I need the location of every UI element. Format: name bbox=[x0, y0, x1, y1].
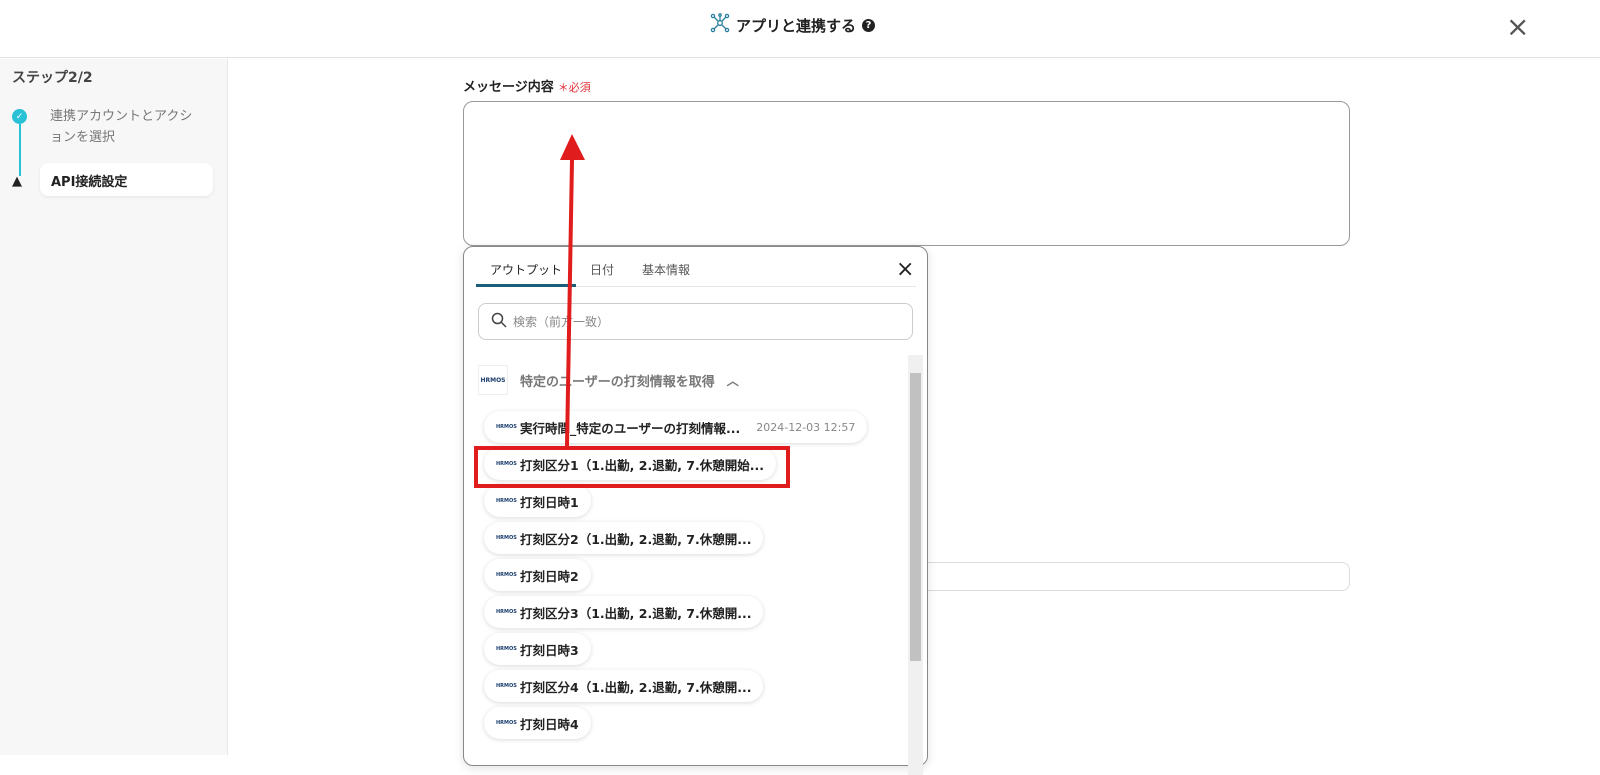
output-item[interactable]: HRMOS 打刻日時2 bbox=[484, 559, 591, 591]
output-picker-popup: アウトプット 日付 基本情報 × 検索（前方一致） HRMOS 特定のユーザーの… bbox=[463, 246, 928, 775]
output-item[interactable]: HRMOS 実行時間_特定のユーザーの打刻情報... 2024-12-03 12:5… bbox=[484, 411, 868, 443]
output-item[interactable]: HRMOS 打刻日時1 bbox=[484, 485, 591, 517]
output-item-label: 打刻区分4（1.出勤, 2.退勤, 7.休憩開... bbox=[520, 679, 752, 695]
search-placeholder: 検索（前方一致） bbox=[513, 315, 610, 329]
output-item-label: 打刻区分2（1.出勤, 2.退勤, 7.休憩開... bbox=[520, 531, 752, 547]
output-item-label: 打刻日時3 bbox=[520, 642, 579, 658]
hrmos-logo: HRMOS bbox=[496, 424, 517, 430]
required-badge: ＊必須 bbox=[557, 81, 591, 94]
help-icon[interactable]: ? bbox=[862, 18, 876, 32]
field-label: メッセージ内容 ＊必須 bbox=[463, 76, 591, 95]
output-item-value: 2024-12-03 12:57 bbox=[756, 420, 856, 434]
hrmos-logo: HRMOS bbox=[496, 646, 517, 652]
scrollbar[interactable] bbox=[908, 355, 923, 775]
warning-icon: ▲ bbox=[12, 174, 22, 189]
output-item-label: 打刻日時1 bbox=[520, 494, 579, 510]
output-item[interactable]: HRMOS 打刻日時4 bbox=[484, 707, 591, 739]
output-item[interactable]: HRMOS 打刻区分4（1.出勤, 2.退勤, 7.休憩開... bbox=[484, 670, 764, 702]
hrmos-logo: HRMOS bbox=[496, 683, 517, 689]
header: アプリと連携する ? × bbox=[0, 0, 1600, 58]
tab-basic-info[interactable]: 基本情報 bbox=[628, 247, 704, 287]
output-item-label: 打刻区分3（1.出勤, 2.退勤, 7.休憩開... bbox=[520, 605, 752, 621]
hrmos-logo: HRMOS bbox=[496, 498, 517, 504]
output-group-header[interactable]: HRMOS 特定のユーザーの打刻情報を取得 ︿ bbox=[478, 365, 739, 395]
group-title: 特定のユーザーの打刻情報を取得 bbox=[520, 374, 715, 390]
close-icon[interactable]: × bbox=[1506, 10, 1529, 43]
search-input[interactable]: 検索（前方一致） bbox=[478, 303, 913, 340]
sidebar-step-2[interactable]: API接続設定 bbox=[40, 163, 213, 196]
search-icon bbox=[491, 312, 507, 331]
step-indicator: ステップ2/2 bbox=[12, 70, 93, 86]
tab-output[interactable]: アウトプット bbox=[476, 247, 577, 287]
check-icon: ✓ bbox=[12, 109, 27, 124]
chevron-up-icon[interactable]: ︿ bbox=[727, 372, 739, 389]
label-text: メッセージ内容 bbox=[463, 80, 554, 95]
output-item[interactable]: HRMOS 打刻日時3 bbox=[484, 633, 591, 665]
step-connector bbox=[19, 124, 21, 176]
app-link-icon bbox=[710, 13, 730, 37]
hrmos-logo: HRMOS bbox=[496, 572, 517, 578]
output-item-label: 打刻日時2 bbox=[520, 568, 579, 584]
title-text: アプリと連携する bbox=[736, 16, 857, 35]
highlight-box bbox=[474, 446, 790, 488]
hrmos-logo: HRMOS bbox=[496, 720, 517, 726]
sidebar-step-1[interactable]: 連携アカウントとアクションを選択 bbox=[50, 106, 200, 148]
output-item-label: 実行時間_特定のユーザーの打刻情報... bbox=[520, 420, 741, 436]
output-item[interactable]: HRMOS 打刻区分2（1.出勤, 2.退勤, 7.休憩開... bbox=[484, 522, 764, 554]
hrmos-logo: HRMOS bbox=[478, 365, 508, 395]
tab-date[interactable]: 日付 bbox=[576, 247, 628, 287]
hrmos-logo: HRMOS bbox=[496, 609, 517, 615]
modal-title: アプリと連携する ? bbox=[710, 13, 876, 37]
output-item[interactable]: HRMOS 打刻区分3（1.出勤, 2.退勤, 7.休憩開... bbox=[484, 596, 764, 628]
scrollbar-thumb[interactable] bbox=[910, 373, 921, 661]
output-item-label: 打刻日時4 bbox=[520, 716, 579, 732]
message-textarea[interactable] bbox=[463, 101, 1350, 246]
popup-close-icon[interactable]: × bbox=[896, 257, 914, 282]
tab-bar: アウトプット 日付 基本情報 bbox=[476, 247, 916, 287]
hrmos-logo: HRMOS bbox=[496, 535, 517, 541]
